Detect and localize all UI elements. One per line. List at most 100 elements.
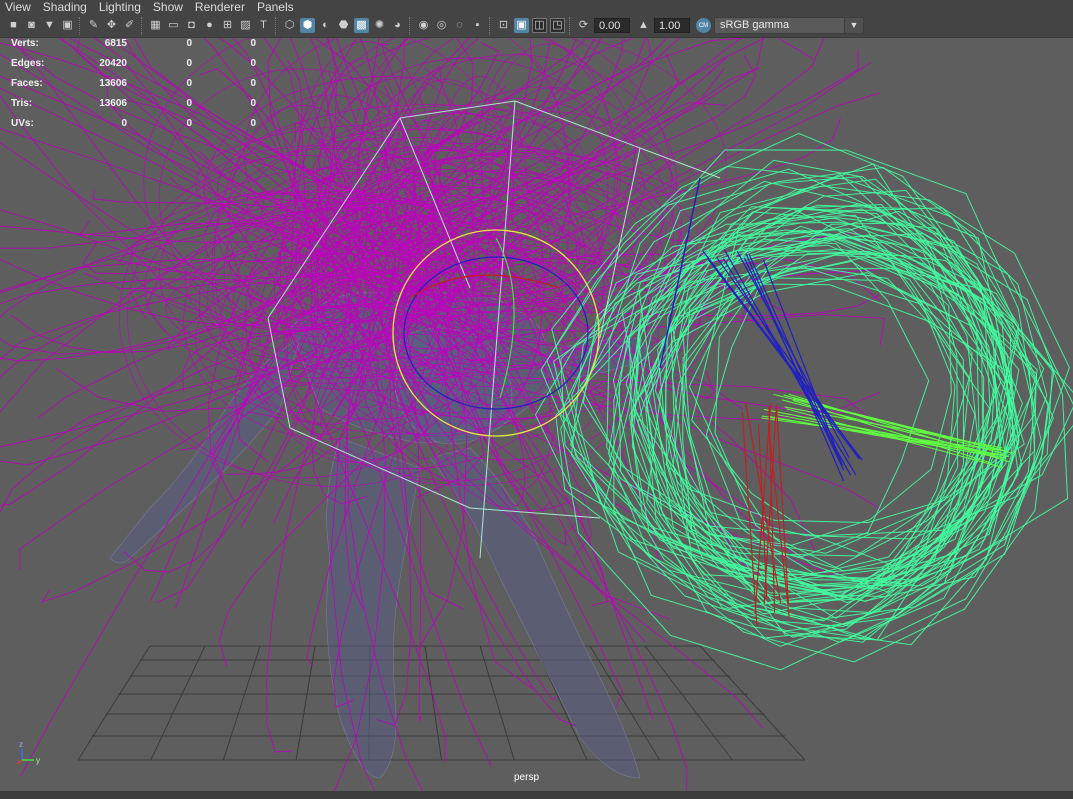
mesh-part <box>326 437 421 779</box>
joint-line <box>745 253 845 482</box>
hud-value: 0 <box>186 78 192 89</box>
panel-bottom-edge <box>0 791 1073 799</box>
joint-line <box>748 254 841 461</box>
hud-row: Tris: 13606 0 0 <box>0 98 270 110</box>
bookmark-icon[interactable]: ▼ <box>42 18 57 33</box>
hud-value: 0 <box>121 118 127 129</box>
hud-value: 0 <box>250 38 256 49</box>
brush-icon[interactable]: ✐ <box>122 18 137 33</box>
gate-mask-icon[interactable]: ● <box>202 18 217 33</box>
screen-space-ao-icon[interactable]: ◉ <box>416 18 431 33</box>
grid-line <box>424 645 442 761</box>
color-management-toggle-icon[interactable]: CM <box>696 18 711 33</box>
image-plane-icon[interactable]: ▣ <box>60 18 75 33</box>
xray-icon[interactable]: ▣ <box>514 18 529 33</box>
grid-line <box>644 645 733 761</box>
joint-line <box>741 412 758 626</box>
wireframe-on-shaded-icon[interactable]: ◐ <box>318 18 333 33</box>
hud-value: 0 <box>186 58 192 69</box>
view-transform-value: sRGB gamma <box>720 19 790 31</box>
hud-row: Edges: 20420 0 0 <box>0 58 270 70</box>
toolbar-separator <box>569 16 572 35</box>
menu-view[interactable]: View <box>0 0 38 14</box>
hud-value: 0 <box>186 38 192 49</box>
xray-active-icon[interactable]: ◳ <box>550 18 565 33</box>
hud-value: 0 <box>186 118 192 129</box>
axis-label-y: y <box>36 756 40 765</box>
2d-pan-icon[interactable]: ✥ <box>104 18 119 33</box>
toolbar-separator <box>489 16 492 35</box>
grid-line <box>77 645 151 761</box>
menu-panels[interactable]: Panels <box>252 0 301 14</box>
hud-label: UVs: <box>11 118 34 129</box>
menu-shading[interactable]: Shading <box>38 0 94 14</box>
flat-shade-icon[interactable]: ⬣ <box>336 18 351 33</box>
hud-label: Faces: <box>11 78 43 89</box>
view-transform-dropdown[interactable]: sRGB gamma ▼ <box>714 17 864 34</box>
camera-name-label: persp <box>514 772 540 783</box>
hud-value: 0 <box>250 98 256 109</box>
grid-line <box>222 645 261 761</box>
exposure-reset-icon[interactable]: ⟳ <box>576 18 591 33</box>
safe-action-icon[interactable]: ▨ <box>238 18 253 33</box>
axis-label-z: z <box>19 740 23 749</box>
control-curve <box>540 168 1002 584</box>
textures-icon[interactable]: ▩ <box>354 18 369 33</box>
wireframe-icon[interactable]: ⬡ <box>282 18 297 33</box>
film-gate-icon[interactable]: ▭ <box>166 18 181 33</box>
menu-renderer[interactable]: Renderer <box>190 0 252 14</box>
lights-icon[interactable]: ✺ <box>372 18 387 33</box>
hud-label: Verts: <box>11 38 39 49</box>
toolbar-separator <box>275 16 278 35</box>
shadows-icon[interactable]: ◕ <box>390 18 405 33</box>
hud-value: 0 <box>250 58 256 69</box>
gamma-icon[interactable]: ▲ <box>636 18 651 33</box>
smooth-shade-icon[interactable]: ⬢ <box>300 18 315 33</box>
motion-blur-icon[interactable]: ◎ <box>434 18 449 33</box>
cage-line <box>639 147 721 179</box>
hud-value: 0 <box>250 78 256 89</box>
depth-of-field-icon[interactable]: ▪ <box>470 18 485 33</box>
safe-title-icon[interactable]: T <box>256 18 271 33</box>
chevron-down-icon[interactable]: ▼ <box>844 18 863 33</box>
joint-line <box>706 257 860 460</box>
antialias-icon[interactable]: ◌ <box>452 18 467 33</box>
hud-row: Faces: 13606 0 0 <box>0 78 270 90</box>
menu-show[interactable]: Show <box>148 0 190 14</box>
hud-value: 0 <box>186 98 192 109</box>
3d-viewport[interactable]: z y <box>0 38 1073 791</box>
resolution-gate-icon[interactable]: ◘ <box>184 18 199 33</box>
exposure-field[interactable]: 0.00 <box>594 18 630 33</box>
isolate-select-icon[interactable]: ⊡ <box>496 18 511 33</box>
grid-line <box>699 645 806 761</box>
hud-value: 0 <box>250 118 256 129</box>
grease-pencil-icon[interactable]: ✎ <box>86 18 101 33</box>
mesh-part <box>429 447 641 779</box>
menu-lighting[interactable]: Lighting <box>94 0 148 14</box>
camera-attrs-icon[interactable]: ◙ <box>24 18 39 33</box>
hud-value: 13606 <box>99 78 127 89</box>
grid-icon[interactable]: ▦ <box>148 18 163 33</box>
xray-joints-icon[interactable]: ◫ <box>532 18 547 33</box>
hud-value: 13606 <box>99 98 127 109</box>
panel-toolbar: ■ ◙ ▼ ▣ ✎ ✥ ✐ ▦ ▭ ◘ ● ⊞ ▨ T ⬡ ⬢ ◐ ⬣ ▩ ✺ ◕ ◉ ◎ ◌ ▪ ⊡ ▣ ◫ ◳ ⟳ 0.00 ▲ 1.00 C… <box>0 14 1073 38</box>
toolbar-separator <box>141 16 144 35</box>
ground-grid <box>77 645 806 761</box>
hud-label: Edges: <box>11 58 45 69</box>
hud-label: Tris: <box>11 98 33 109</box>
grid-line <box>150 645 206 761</box>
toolbar-separator <box>79 16 82 35</box>
hud-row: Verts: 6815 0 0 <box>0 38 270 50</box>
hud-row: UVs: 0 0 0 <box>0 118 270 130</box>
gamma-field[interactable]: 1.00 <box>654 18 690 33</box>
hair-curves[interactable] <box>0 38 886 791</box>
toolbar-separator <box>409 16 412 35</box>
viewport-scene[interactable]: z y <box>0 38 1073 791</box>
grid-line <box>295 645 316 761</box>
camera-icon[interactable]: ■ <box>6 18 21 33</box>
field-chart-icon[interactable]: ⊞ <box>220 18 235 33</box>
hud-value: 20420 <box>99 58 127 69</box>
hud-value: 6815 <box>104 38 127 49</box>
panel-menu-bar: View Shading Lighting Show Renderer Panels <box>0 0 1073 14</box>
joint-line <box>762 259 843 466</box>
